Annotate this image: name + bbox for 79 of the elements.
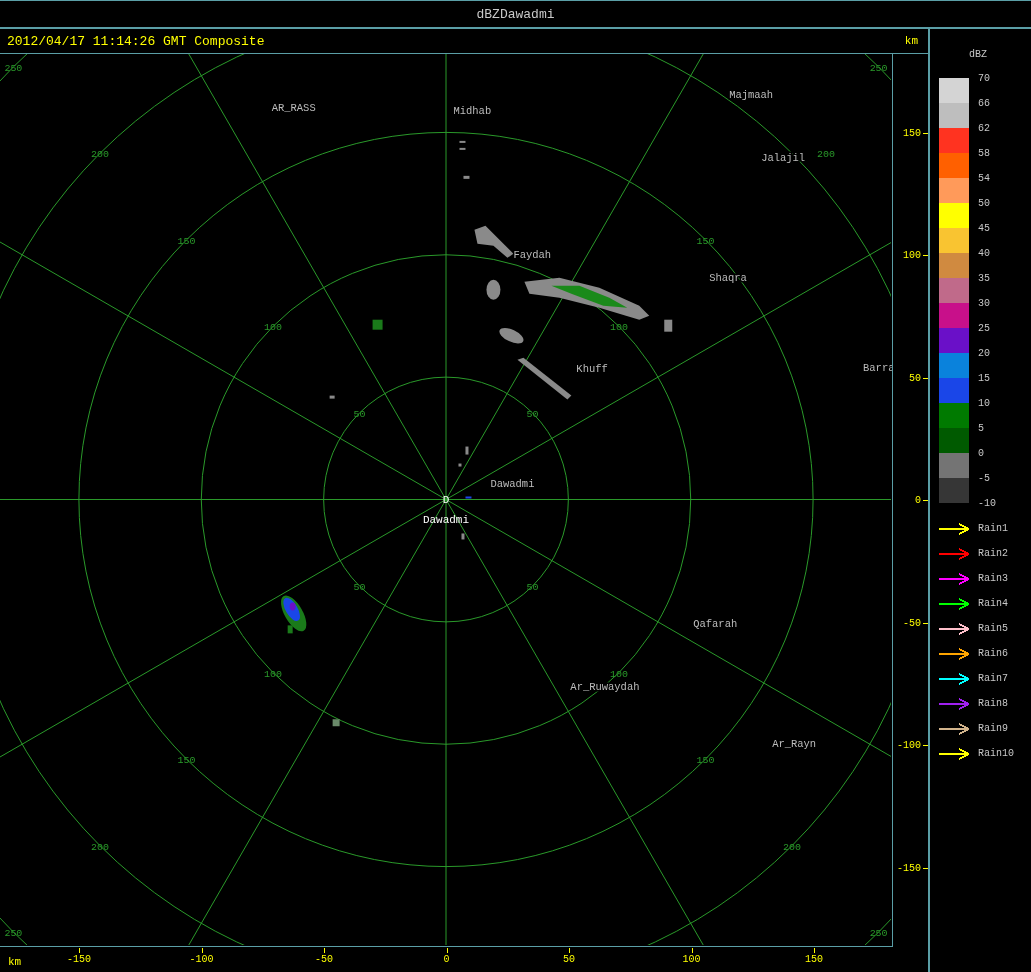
- city-label: Qafarah: [693, 618, 738, 631]
- track-label: Rain5: [978, 623, 1008, 634]
- legend-value: 70: [978, 72, 991, 86]
- city-label: Majmaah: [729, 88, 774, 101]
- y-axis-label: 100: [903, 249, 921, 261]
- y-axis-label: 150: [903, 127, 921, 138]
- ring-label: 200: [90, 841, 109, 853]
- site-label: Dawadmi: [422, 514, 470, 527]
- legend-value: 45: [978, 222, 991, 236]
- track-label: Rain3: [978, 573, 1008, 584]
- x-axis-label: 150: [805, 954, 823, 965]
- track-label: Rain8: [978, 698, 1008, 709]
- legend-value: -5: [978, 472, 991, 486]
- timestamp-label: 2012/04/17 11:14:26 GMT Composite: [7, 33, 265, 49]
- city-label: Dawadmi: [490, 477, 535, 490]
- track-label: Rain1: [978, 523, 1008, 534]
- legend-value: 10: [978, 397, 991, 411]
- legend-value: 0: [978, 447, 985, 461]
- x-axis-label: -100: [189, 954, 214, 965]
- city-label: Faydah: [513, 248, 552, 261]
- ring-label: 200: [90, 149, 109, 161]
- ring-label: 50: [526, 582, 539, 593]
- ring-label: 250: [869, 62, 888, 74]
- x-axis-label: 0: [443, 954, 450, 965]
- ring-label: 100: [610, 322, 628, 334]
- legend-value: 62: [978, 122, 991, 136]
- x-axis-label: 100: [682, 954, 701, 965]
- legend-value: 54: [978, 172, 991, 186]
- city-label: Ar_Rayn: [772, 738, 817, 751]
- legend-value: 20: [978, 347, 991, 361]
- y-axis-label: -150: [897, 862, 921, 873]
- legend-value: 25: [978, 322, 991, 336]
- y-axis-label: 0: [915, 494, 921, 506]
- y-axis-label: -100: [897, 739, 921, 751]
- track-label: Rain2: [978, 548, 1008, 559]
- axis-unit-label: km: [8, 956, 22, 968]
- track-label: Rain7: [978, 673, 1008, 684]
- ring-label: 100: [264, 322, 282, 334]
- legend-value: 66: [978, 97, 991, 111]
- axis-unit-label: km: [904, 35, 918, 47]
- legend-value: 58: [978, 147, 991, 161]
- ring-label: 200: [817, 149, 836, 161]
- ring-label: 250: [869, 928, 888, 940]
- y-axis-label: 50: [909, 372, 921, 383]
- ring-label: 200: [783, 841, 802, 853]
- ring-label: 150: [177, 235, 196, 247]
- ring-label: 150: [696, 235, 715, 247]
- city-label: AR_RASS: [271, 101, 316, 114]
- legend-value: 35: [978, 272, 991, 286]
- ring-label: 100: [264, 668, 282, 680]
- legend-value: 5: [978, 422, 985, 436]
- site-marker: D: [442, 494, 450, 507]
- track-label: Rain6: [978, 648, 1008, 659]
- x-axis-label: -50: [315, 954, 333, 965]
- ring-label: 150: [177, 755, 196, 767]
- track-label: Rain4: [978, 598, 1008, 609]
- ring-label: 150: [696, 755, 715, 767]
- ring-label: 50: [526, 408, 539, 420]
- ring-label: 250: [4, 62, 23, 74]
- city-label: Khuff: [576, 362, 608, 375]
- city-label: Shaqra: [709, 271, 747, 284]
- x-axis-label: 50: [563, 954, 575, 965]
- legend-title: dBZ: [969, 49, 988, 60]
- legend-value: 30: [978, 297, 991, 311]
- legend-value: -10: [978, 497, 996, 511]
- legend-value: 15: [978, 372, 991, 386]
- ring-label: 50: [353, 408, 366, 420]
- y-axis-label: -50: [903, 617, 921, 628]
- x-axis-label: -150: [67, 954, 91, 965]
- legend-value: 40: [978, 247, 991, 261]
- track-label: Rain9: [978, 723, 1008, 734]
- ring-label: 100: [610, 668, 628, 680]
- city-label: Jalajil: [761, 151, 806, 164]
- window-title: dBZDawadmi: [476, 6, 555, 22]
- legend-value: 50: [978, 197, 991, 211]
- track-label: Rain10: [978, 748, 1014, 759]
- city-label: Midhab: [453, 104, 492, 117]
- ring-label: 250: [4, 928, 23, 940]
- ring-label: 50: [353, 582, 366, 593]
